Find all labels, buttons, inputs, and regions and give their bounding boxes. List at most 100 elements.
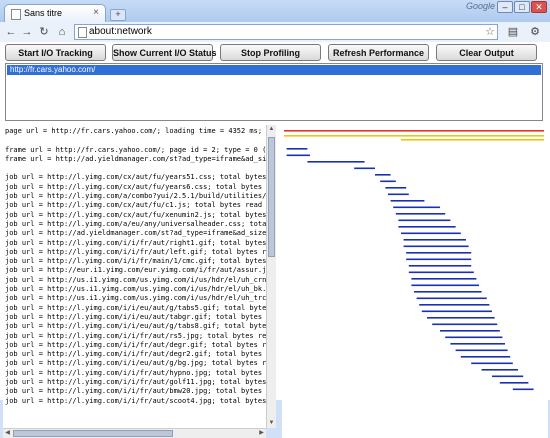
- job-bar: [411, 278, 477, 280]
- job-bar: [492, 375, 524, 378]
- scroll-thumb[interactable]: [268, 137, 275, 257]
- log-line: job url = http://l.yimg.com/i/i/fr/aut/r…: [5, 238, 267, 247]
- title-bar: Sans titre × + Google – □ ✕: [0, 0, 550, 22]
- log-line: job url = http://l.yimg.com/a/eu/any/uni…: [5, 219, 267, 228]
- browser-tab[interactable]: Sans titre ×: [4, 4, 106, 22]
- reload-icon[interactable]: ↻: [37, 25, 51, 39]
- log-line: job url = http://l.yimg.com/i/i/fr/main/…: [5, 257, 267, 266]
- job-bar: [354, 167, 375, 170]
- job-bar: [440, 330, 500, 332]
- bookmark-star-icon[interactable]: ☆: [485, 25, 495, 38]
- job-bar: [499, 382, 529, 384]
- log-line: job url = http://l.yimg.com/i/i/eu/aut/t…: [5, 312, 263, 321]
- log-line: job url = http://l.yimg.com/i/i/fr/aut/h…: [5, 368, 263, 377]
- log-line: job url = http://l.yimg.com/a/combo?yui/…: [5, 192, 267, 201]
- scroll-thumb-horizontal[interactable]: [13, 430, 173, 437]
- job-bar: [375, 174, 391, 176]
- job-bar: [403, 239, 466, 241]
- job-bar: [414, 291, 482, 293]
- refresh-performance-button[interactable]: Refresh Performance: [328, 44, 429, 61]
- url-list-item[interactable]: http://fr.cars.yahoo.com/: [7, 65, 541, 75]
- log-line: job url = http://us.i1.yimg.com/us.yimg.…: [5, 294, 267, 303]
- timeline-svg: [284, 130, 544, 391]
- frame-bar: [284, 135, 544, 137]
- log-text: page url = http://fr.cars.yahoo.com/; lo…: [5, 127, 267, 406]
- log-line: job url = http://eur.i1.yimg.com/eur.yim…: [5, 266, 267, 275]
- job-bar: [432, 323, 498, 326]
- log-line: job url = http://l.yimg.com/i/i/fr/aut/b…: [5, 387, 263, 396]
- job-bar: [416, 297, 487, 300]
- stop-profiling-button[interactable]: Stop Profiling: [220, 44, 321, 61]
- job-bar: [460, 356, 511, 358]
- job-bar: [390, 200, 425, 202]
- back-icon[interactable]: ←: [4, 25, 18, 39]
- job-bar: [419, 304, 490, 306]
- scroll-down-icon[interactable]: ▼: [267, 419, 276, 428]
- log-line: job url = http://us.i1.yimg.com/us.yimg.…: [5, 285, 267, 294]
- job-bar: [403, 245, 469, 248]
- job-bar: [512, 388, 534, 391]
- show-io-status-button[interactable]: Show Current I/O Status: [112, 44, 217, 61]
- job-bar: [286, 154, 310, 157]
- page-icon: [11, 9, 21, 20]
- page-bar: [284, 130, 544, 132]
- job-bar: [393, 206, 440, 209]
- job-bar: [427, 317, 495, 319]
- minimize-button[interactable]: –: [497, 1, 513, 13]
- scroll-left-icon[interactable]: ◀: [3, 429, 12, 438]
- clear-output-button[interactable]: Clear Output: [436, 44, 537, 61]
- job-bar: [388, 193, 409, 196]
- log-line: job url = http://l.yimg.com/cx/aut/fu/xe…: [5, 210, 267, 219]
- log-output: page url = http://fr.cars.yahoo.com/; lo…: [3, 125, 276, 428]
- log-line: job url = http://l.yimg.com/i/i/fr/aut/r…: [5, 331, 267, 340]
- log-line: page url = http://fr.cars.yahoo.com/; lo…: [5, 127, 263, 135]
- browser-toolbar: ← → ↻ ⌂ about:network ☆ ▤ ⚙: [0, 22, 550, 42]
- tools-menu-icon[interactable]: ⚙: [528, 25, 542, 39]
- job-bar: [406, 252, 472, 254]
- job-bar: [411, 284, 479, 287]
- new-tab-button[interactable]: +: [110, 9, 126, 21]
- job-bar: [445, 336, 503, 339]
- log-line: job url = http://l.yimg.com/i/i/fr/aut/s…: [5, 396, 267, 405]
- job-bar: [481, 369, 518, 371]
- close-window-button[interactable]: ✕: [531, 1, 547, 13]
- vertical-scrollbar[interactable]: ▲ ▼: [266, 125, 276, 428]
- forward-icon[interactable]: →: [20, 25, 34, 39]
- url-list[interactable]: http://fr.cars.yahoo.com/: [5, 63, 543, 121]
- page-menu-icon[interactable]: ▤: [506, 25, 520, 39]
- job-bar: [398, 219, 451, 222]
- horizontal-scrollbar[interactable]: ◀ ▶: [3, 428, 266, 438]
- log-line: job url = http://l.yimg.com/i/i/fr/aut/l…: [5, 247, 267, 256]
- log-line: job url = http://l.yimg.com/i/i/fr/aut/d…: [5, 350, 263, 359]
- job-bar: [421, 310, 492, 313]
- log-line: frame url = http://fr.cars.yahoo.com/; p…: [5, 145, 267, 154]
- scroll-up-icon[interactable]: ▲: [267, 125, 276, 134]
- log-line: job url = http://l.yimg.com/i/i/eu/aut/g…: [5, 359, 267, 368]
- page-content: Start I/O Tracking Show Current I/O Stat…: [0, 42, 550, 438]
- log-line: job url = http://ad.yieldmanager.com/st?…: [5, 229, 267, 238]
- log-line: job url = http://l.yimg.com/cx/aut/fu/c1…: [5, 201, 263, 210]
- job-bar: [406, 258, 472, 261]
- address-bar[interactable]: about:network ☆: [74, 24, 498, 40]
- job-bar: [455, 349, 508, 352]
- timeline-chart: [282, 125, 548, 438]
- scroll-right-icon[interactable]: ▶: [257, 429, 266, 438]
- log-line: job url = http://l.yimg.com/i/i/fr/aut/d…: [5, 340, 267, 349]
- tab-close-icon[interactable]: ×: [93, 7, 99, 18]
- start-io-tracking-button[interactable]: Start I/O Tracking: [5, 44, 106, 61]
- page-icon: [78, 27, 87, 38]
- job-bar: [380, 180, 396, 183]
- job-bar: [395, 213, 446, 215]
- home-icon[interactable]: ⌂: [55, 25, 69, 39]
- job-bar: [385, 187, 407, 189]
- frame-bar: [401, 139, 544, 141]
- log-line: job url = http://l.yimg.com/i/i/eu/aut/g…: [5, 303, 267, 312]
- log-line: job url = http://us.i1.yimg.com/us.yimg.…: [5, 275, 267, 284]
- log-line: job url = http://l.yimg.com/cx/aut/fu/ye…: [5, 182, 263, 191]
- job-bar: [286, 148, 308, 150]
- job-bar: [471, 362, 513, 365]
- maximize-button[interactable]: □: [514, 1, 530, 13]
- job-bar: [450, 343, 505, 345]
